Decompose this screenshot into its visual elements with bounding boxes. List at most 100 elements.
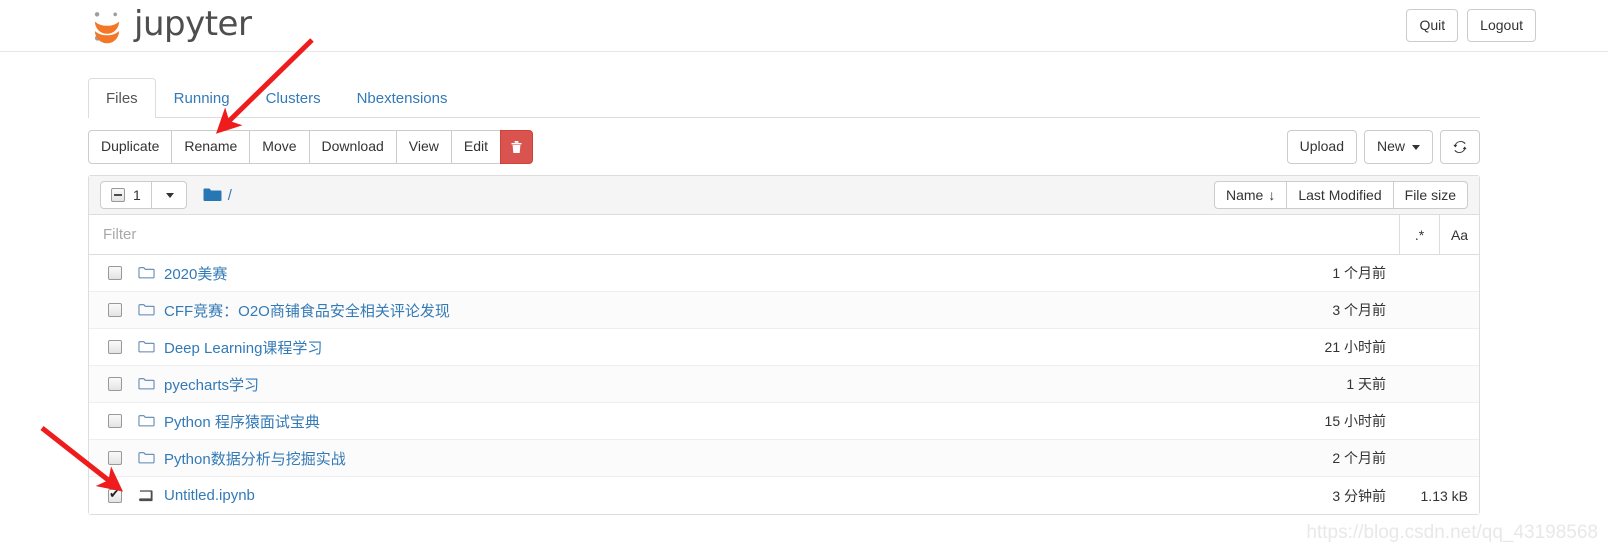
file-name-link[interactable]: Python数据分析与挖掘实战 (164, 448, 346, 469)
trash-icon (511, 141, 522, 154)
delete-button[interactable] (500, 130, 534, 165)
file-list-header: 1 / Name ↓ Last Modified File size (89, 176, 1479, 216)
row-type-icon (138, 377, 164, 391)
select-all-button[interactable]: 1 (100, 181, 152, 210)
row-checkbox-wrap (108, 451, 138, 466)
file-name-link[interactable]: Deep Learning课程学习 (164, 337, 322, 358)
row-type-icon (138, 266, 164, 280)
row-modified: 2 个月前 (1332, 450, 1386, 467)
table-row[interactable]: pyecharts学习 1 天前 (89, 366, 1479, 404)
toolbar-right-actions: Upload New (1286, 130, 1480, 165)
tab-clusters[interactable]: Clusters (248, 78, 339, 118)
row-checkbox-5[interactable] (108, 451, 122, 466)
row-checkbox-1[interactable] (108, 303, 122, 318)
filter-row: .* Aa (89, 215, 1479, 256)
refresh-button[interactable] (1440, 130, 1480, 165)
file-action-group: Duplicate Rename Move Download View Edit (88, 130, 534, 165)
view-button[interactable]: View (395, 130, 452, 165)
row-modified: 1 天前 (1346, 376, 1386, 393)
file-name-link[interactable]: Untitled.ipynb (164, 487, 255, 504)
case-sensitive-toggle-button[interactable]: Aa (1439, 215, 1479, 255)
main-tabs: Files Running Clusters Nbextensions (88, 78, 1480, 119)
arrow-down-icon: ↓ (1268, 187, 1276, 204)
row-modified: 3 个月前 (1332, 302, 1386, 319)
upload-button[interactable]: Upload (1286, 130, 1357, 165)
sort-name-label: Name (1226, 187, 1264, 204)
watermark: https://blog.csdn.net/qq_43198568 (1306, 522, 1598, 543)
regex-toggle-button[interactable]: .* (1399, 215, 1439, 255)
jupyter-logo-icon (94, 11, 120, 43)
row-checkbox-0[interactable] (108, 266, 122, 281)
row-type-icon (138, 489, 164, 503)
row-type-icon (138, 451, 164, 465)
row-checkbox-wrap (108, 414, 138, 429)
row-checkbox-2[interactable] (108, 340, 122, 355)
file-name-link[interactable]: pyecharts学习 (164, 374, 259, 395)
row-modified: 3 分钟前 (1332, 487, 1386, 504)
quit-button[interactable]: Quit (1406, 8, 1459, 43)
folder-icon (203, 188, 222, 202)
sort-by-name-button[interactable]: Name ↓ (1214, 181, 1288, 210)
row-checkbox-wrap (108, 377, 138, 392)
sort-by-modified-button[interactable]: Last Modified (1286, 181, 1394, 210)
move-button[interactable]: Move (249, 130, 310, 165)
table-row[interactable]: CFF竞赛：O2O商铺食品安全相关评论发现 3 个月前 (89, 292, 1479, 330)
breadcrumb-root[interactable]: / (228, 187, 232, 204)
select-all-checkbox[interactable] (111, 188, 125, 203)
table-row[interactable]: Untitled.ipynb 3 分钟前 1.13 kB (89, 477, 1479, 515)
row-checkbox-wrap (108, 487, 138, 503)
table-row[interactable]: Deep Learning课程学习 21 小时前 (89, 329, 1479, 367)
row-checkbox-4[interactable] (108, 414, 122, 429)
row-modified: 21 小时前 (1324, 339, 1386, 356)
header-actions: Quit Logout (1406, 8, 1584, 43)
page-header: jupyter Quit Logout (0, 0, 1608, 52)
new-label: New (1376, 138, 1405, 155)
folder-icon (138, 452, 155, 464)
row-checkbox-wrap (108, 266, 138, 281)
jupyter-logo[interactable]: jupyter (88, 3, 252, 45)
duplicate-button[interactable]: Duplicate (88, 130, 173, 165)
chevron-down-icon (1412, 144, 1420, 150)
select-dropdown-button[interactable] (151, 181, 187, 210)
row-type-icon (138, 340, 164, 354)
breadcrumb: / (203, 187, 232, 204)
table-row[interactable]: 2020美赛 1 个月前 (89, 255, 1479, 293)
file-name-link[interactable]: CFF竞赛：O2O商铺食品安全相关评论发现 (164, 300, 450, 321)
main-container: Files Running Clusters Nbextensions Dupl… (0, 78, 1608, 516)
row-checkbox-untitled[interactable] (108, 487, 122, 503)
row-checkbox-3[interactable] (108, 377, 122, 392)
download-button[interactable]: Download (308, 130, 397, 165)
row-checkbox-wrap (108, 303, 138, 318)
sort-by-size-button[interactable]: File size (1392, 181, 1468, 210)
file-list: 2020美赛 1 个月前 CFF竞赛：O2O商铺食品安全相关评论发现 3 个月前 Dee… (89, 255, 1479, 515)
folder-icon (138, 341, 155, 353)
filter-input[interactable] (89, 215, 1399, 255)
file-action-toolbar: Duplicate Rename Move Download View Edit… (88, 130, 1480, 165)
file-list-panel: 1 / Name ↓ Last Modified File size Filte… (88, 175, 1480, 516)
file-name-link[interactable]: 2020美赛 (164, 263, 227, 284)
brand-title: jupyter (134, 3, 252, 44)
file-name-link[interactable]: Python 程序猿面试宝典 (164, 411, 320, 432)
edit-button[interactable]: Edit (450, 130, 502, 165)
row-modified: 1 个月前 (1332, 265, 1386, 282)
tab-files[interactable]: Files (88, 78, 156, 119)
folder-icon (138, 304, 155, 316)
tab-running[interactable]: Running (156, 78, 248, 118)
table-row[interactable]: Python数据分析与挖掘实战 2 个月前 (89, 440, 1479, 478)
folder-icon (138, 378, 155, 390)
notebook-icon (138, 490, 153, 501)
new-dropdown-button[interactable]: New (1363, 130, 1433, 165)
rename-button[interactable]: Rename (171, 130, 251, 165)
folder-icon (138, 267, 155, 279)
row-size: 1.13 kB (1420, 487, 1468, 504)
refresh-icon (1453, 141, 1467, 154)
table-row[interactable]: Python 程序猿面试宝典 15 小时前 (89, 403, 1479, 441)
selected-count: 1 (133, 187, 141, 204)
sort-controls: Name ↓ Last Modified File size (1214, 181, 1468, 210)
select-all-group: 1 (100, 181, 187, 210)
tab-nbextensions[interactable]: Nbextensions (339, 78, 466, 118)
row-type-icon (138, 303, 164, 317)
row-type-icon (138, 414, 164, 428)
logout-button[interactable]: Logout (1467, 8, 1536, 43)
chevron-down-icon (165, 192, 174, 198)
